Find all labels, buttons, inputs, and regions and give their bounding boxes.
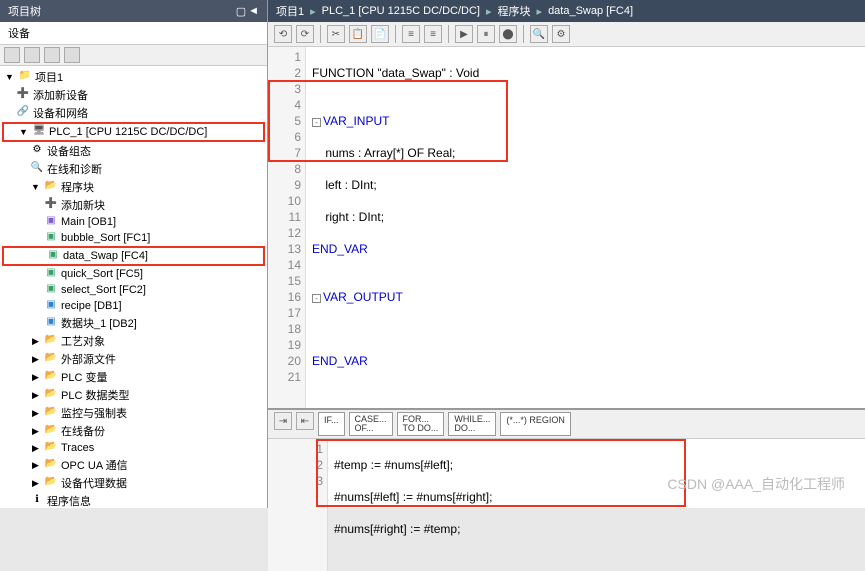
bcode-line-1: #temp := #nums[#left]; [334, 457, 492, 473]
tool-5[interactable]: 📄 [371, 25, 389, 43]
tool-9[interactable]: ⏸ [477, 25, 495, 43]
pin-icon[interactable]: ▢ [236, 5, 246, 18]
snippet-bar: ⇥ ⇤ IF... CASE... OF... FOR... TO DO... … [268, 410, 865, 439]
tree-root[interactable]: ▼📁项目1 [2, 68, 265, 86]
tool-8[interactable]: ▶ [455, 25, 473, 43]
sidebar-header: 项目树 ▢ ◄ [0, 0, 267, 22]
code-line-10 [312, 321, 479, 337]
bottom-code-editor[interactable]: 123 #temp := #nums[#left]; #nums[#left] … [268, 439, 865, 571]
tree-devices-network[interactable]: 🔗设备和网络 [2, 104, 265, 122]
devices-tab[interactable]: 设备 [0, 22, 267, 45]
tree-tech-obj[interactable]: ▶📂工艺对象 [2, 332, 265, 350]
tree-add-device[interactable]: ➕添加新设备 [2, 86, 265, 104]
tree-plc1[interactable]: ▼🖥PLC_1 [CPU 1215C DC/DC/DC] [2, 122, 265, 142]
snippet-indent-in[interactable]: ⇥ [274, 412, 292, 430]
tool-2[interactable]: ⟳ [296, 25, 314, 43]
snippet-if[interactable]: IF... [318, 412, 345, 436]
line-gutter: 123456789101112131415161718192021 [268, 47, 306, 408]
right-panel: 项目1▸ PLC_1 [CPU 1215C DC/DC/DC]▸ 程序块▸ da… [268, 0, 865, 508]
tool-12[interactable]: ⚙ [552, 25, 570, 43]
bottom-panel: ⇥ ⇤ IF... CASE... OF... FOR... TO DO... … [268, 408, 865, 508]
tree-quick-sort[interactable]: ▣quick_Sort [FC5] [2, 266, 265, 282]
snippet-for[interactable]: FOR... TO DO... [397, 412, 445, 436]
tree-bubble-sort[interactable]: ▣bubble_Sort [FC1] [2, 230, 265, 246]
tree-prog-info[interactable]: ℹ程序信息 [2, 492, 265, 508]
tree-plc-vars[interactable]: ▶📂PLC 变量 [2, 368, 265, 386]
tree-opcua[interactable]: ▶📂OPC UA 通信 [2, 456, 265, 474]
tree-main[interactable]: ▣Main [OB1] [2, 214, 265, 230]
tree-proxy[interactable]: ▶📂设备代理数据 [2, 474, 265, 492]
tree-select-sort[interactable]: ▣select_Sort [FC2] [2, 282, 265, 298]
tree-online-backup[interactable]: ▶📂在线备份 [2, 422, 265, 440]
tool-4[interactable]: 📋 [349, 25, 367, 43]
breadcrumb: 项目1▸ PLC_1 [CPU 1215C DC/DC/DC]▸ 程序块▸ da… [268, 0, 865, 22]
tree-data-swap[interactable]: ▣data_Swap [FC4] [2, 246, 265, 266]
sidebar-title: 项目树 [8, 3, 41, 19]
bottom-gutter: 123 [268, 439, 328, 571]
tree-add-block[interactable]: ➕添加新块 [2, 196, 265, 214]
tb-btn-3[interactable] [44, 47, 60, 63]
tree-plc-types[interactable]: ▶📂PLC 数据类型 [2, 386, 265, 404]
tool-11[interactable]: 🔍 [530, 25, 548, 43]
code-line-3: -VAR_INPUT [312, 113, 479, 129]
tree-ext-src[interactable]: ▶📂外部源文件 [2, 350, 265, 368]
snippet-indent-out[interactable]: ⇤ [296, 412, 314, 430]
code-line-7: END_VAR [312, 241, 479, 257]
tb-btn-1[interactable] [4, 47, 20, 63]
collapse-sidebar-button[interactable]: ◄ [248, 5, 259, 18]
tree-online-diag[interactable]: 🔍在线和诊断 [2, 160, 265, 178]
sidebar-toolbar [0, 45, 267, 66]
tree-traces[interactable]: ▶📂Traces [2, 440, 265, 456]
tb-btn-2[interactable] [24, 47, 40, 63]
tree-datablock-1[interactable]: ▣数据块_1 [DB2] [2, 314, 265, 332]
project-tree: ▼📁项目1 ➕添加新设备 🔗设备和网络 ▼🖥PLC_1 [CPU 1215C D… [0, 66, 267, 508]
tree-recipe-db[interactable]: ▣recipe [DB1] [2, 298, 265, 314]
tool-10[interactable]: ⬤ [499, 25, 517, 43]
code-text[interactable]: FUNCTION "data_Swap" : Void -VAR_INPUT n… [306, 47, 485, 408]
bc-plc[interactable]: PLC_1 [CPU 1215C DC/DC/DC] [322, 5, 480, 17]
code-line-9: -VAR_OUTPUT [312, 289, 479, 305]
code-line-1: FUNCTION "data_Swap" : Void [312, 65, 479, 81]
bc-project[interactable]: 项目1 [276, 3, 304, 19]
left-panel: 项目树 ▢ ◄ 设备 ▼📁项目1 ➕添加新设备 🔗设备和网络 ▼🖥PLC_1 [… [0, 0, 268, 508]
bottom-code-text[interactable]: #temp := #nums[#left]; #nums[#left] := #… [328, 439, 498, 571]
code-line-12 [312, 385, 479, 401]
code-editor[interactable]: 123456789101112131415161718192021 FUNCTI… [268, 47, 865, 408]
bc-blocks[interactable]: 程序块 [498, 3, 531, 19]
tool-6[interactable]: ≡ [402, 25, 420, 43]
tree-watch-force[interactable]: ▶📂监控与强制表 [2, 404, 265, 422]
bcode-line-3: #nums[#right] := #temp; [334, 521, 492, 537]
bcode-line-2: #nums[#left] := #nums[#right]; [334, 489, 492, 505]
tb-btn-4[interactable] [64, 47, 80, 63]
tool-1[interactable]: ⟲ [274, 25, 292, 43]
tool-3[interactable]: ✂ [327, 25, 345, 43]
bc-current: data_Swap [FC4] [548, 5, 633, 17]
snippet-region[interactable]: (*...*) REGION [500, 412, 571, 436]
editor-toolbar: ⟲ ⟳ ✂ 📋 📄 ≡ ≡ ▶ ⏸ ⬤ 🔍 ⚙ [268, 22, 865, 47]
tree-prog-blocks[interactable]: ▼📂程序块 [2, 178, 265, 196]
tool-7[interactable]: ≡ [424, 25, 442, 43]
snippet-case[interactable]: CASE... OF... [349, 412, 393, 436]
snippet-while[interactable]: WHILE... DO... [448, 412, 496, 436]
tree-device-config[interactable]: ⚙设备组态 [2, 142, 265, 160]
code-line-11: END_VAR [312, 353, 479, 369]
code-line-4: nums : Array[*] OF Real; [312, 145, 479, 161]
code-line-6: right : DInt; [312, 209, 479, 225]
code-line-5: left : DInt; [312, 177, 479, 193]
